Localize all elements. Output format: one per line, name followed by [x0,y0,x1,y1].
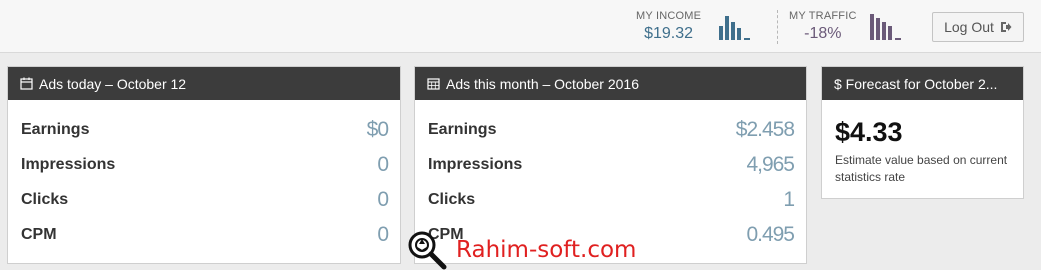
row-label: Impressions [21,155,116,173]
row-value: 0 [377,222,389,246]
forecast-body: $4.33 Estimate value based on current st… [822,100,1023,186]
forecast-title: $ Forecast for October 2... [834,75,998,92]
ads-today-rows: Earnings $0 Impressions 0 Clicks 0 CPM 0 [8,100,400,252]
table-row: Impressions 0 [8,147,400,182]
row-label: Impressions [428,155,523,173]
table-row: CPM 0 [8,217,400,252]
table-row: Clicks 1 [415,182,806,217]
forecast-description: Estimate value based on current statisti… [835,153,1008,184]
calendar-grid-icon [427,78,440,90]
forecast-header: $ Forecast for October 2... [822,67,1023,100]
top-bar: MY INCOME $19.32 MY TRAFFIC -18% Log Out [0,0,1041,53]
row-value: $0 [366,117,389,141]
ads-month-title: Ads this month – October 2016 [446,75,639,92]
forecast-panel: $ Forecast for October 2... $4.33 Estima… [821,66,1024,199]
row-label: Earnings [428,120,497,138]
row-value: 0 [377,152,389,176]
row-value: 1 [783,187,795,211]
ads-today-panel: Ads today – October 12 Earnings $0 Impre… [7,66,401,264]
forecast-amount: $4.33 [835,117,903,147]
watermark-text: Rahim-soft.com [456,237,637,263]
row-value: 0 [377,187,389,211]
row-label: CPM [21,225,57,243]
traffic-stat: MY TRAFFIC -18% [789,10,857,43]
table-row: Clicks 0 [8,182,400,217]
traffic-bars-icon [870,14,901,40]
calendar-icon [20,77,33,90]
magnifier-icon [408,231,447,270]
row-value: 4,965 [746,152,795,176]
row-label: Clicks [21,190,69,208]
income-label: MY INCOME [636,10,702,22]
watermark: Rahim-soft.com [406,230,636,270]
row-label: Earnings [21,120,90,138]
table-row: Earnings $2.458 [415,112,806,147]
traffic-label: MY TRAFFIC [789,10,857,22]
logout-button[interactable]: Log Out [932,12,1024,42]
income-bars-icon [719,16,750,40]
logout-label: Log Out [944,19,994,35]
ads-today-title: Ads today – October 12 [39,75,187,92]
income-value: $19.32 [644,25,694,42]
table-row: Impressions 4,965 [415,147,806,182]
ads-month-header: Ads this month – October 2016 [415,67,806,100]
income-stat: MY INCOME $19.32 [636,10,701,43]
stat-separator [777,10,778,44]
logout-icon [1000,22,1012,32]
row-value: 0.495 [746,222,795,246]
row-label: Clicks [428,190,476,208]
row-value: $2.458 [735,117,795,141]
ads-today-header: Ads today – October 12 [8,67,400,100]
table-row: Earnings $0 [8,112,400,147]
traffic-value: -18% [804,25,842,42]
